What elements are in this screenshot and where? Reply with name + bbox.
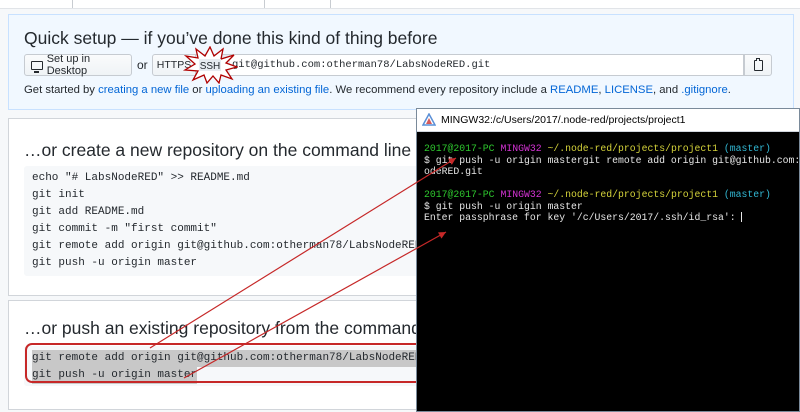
ssh-burst-label: SSH bbox=[200, 61, 221, 72]
terminal-cursor bbox=[741, 212, 743, 223]
or-word: or bbox=[189, 84, 206, 96]
terminal-title-bar[interactable]: MINGW32:/c/Users/2017/.node-red/projects… bbox=[417, 109, 799, 132]
get-started-prefix: Get started by bbox=[24, 84, 99, 96]
readme-link[interactable]: README bbox=[550, 84, 598, 96]
and-text: , and bbox=[653, 84, 682, 96]
terminal-command-line: $ git push -u origin mastergit remote ad… bbox=[424, 154, 800, 166]
top-nav-strip bbox=[0, 0, 800, 9]
terminal-prompt-line: 2017@2017-PC MINGW32 ~/.node-red/project… bbox=[424, 143, 771, 154]
terminal-window[interactable]: MINGW32:/c/Users/2017/.node-red/projects… bbox=[416, 108, 800, 412]
license-link[interactable]: LICENSE bbox=[605, 84, 653, 96]
setup-in-desktop-button[interactable]: Set up in Desktop bbox=[24, 53, 132, 77]
create-repo-heading: …or create a new repository on the comma… bbox=[24, 140, 412, 160]
terminal-command-line: $ git push -u origin master bbox=[424, 200, 583, 212]
create-new-file-link[interactable]: creating a new file bbox=[98, 84, 189, 96]
terminal-output[interactable]: 2017@2017-PC MINGW32 ~/.node-red/project… bbox=[424, 143, 800, 224]
period: . bbox=[727, 84, 731, 96]
get-started-text: Get started by creating a new file or up… bbox=[24, 84, 731, 96]
clipboard-icon bbox=[753, 57, 763, 71]
terminal-passphrase-line: Enter passphrase for key '/c/Users/2017/… bbox=[424, 212, 743, 223]
mingw-app-icon bbox=[422, 113, 436, 126]
starburst-highlight: SSH bbox=[182, 46, 238, 84]
gitignore-link[interactable]: .gitignore bbox=[681, 84, 727, 96]
terminal-command-wrap: odeRED.git bbox=[424, 166, 483, 177]
setup-in-desktop-label: Set up in Desktop bbox=[46, 53, 91, 77]
copy-to-clipboard-button[interactable] bbox=[744, 54, 772, 76]
clone-url-group: HTTPS SSH git@github.com:otherman78/Labs… bbox=[152, 54, 772, 76]
clone-url-input[interactable]: git@github.com:otherman78/LabsNodeRED.gi… bbox=[230, 54, 744, 76]
recommend-text: . We recommend every repository include … bbox=[329, 84, 551, 96]
terminal-prompt-line: 2017@2017-PC MINGW32 ~/.node-red/project… bbox=[424, 189, 771, 200]
upload-existing-file-link[interactable]: uploading an existing file bbox=[205, 84, 329, 96]
desktop-monitor-icon bbox=[31, 60, 43, 73]
or-label: or bbox=[137, 58, 148, 72]
terminal-title: MINGW32:/c/Users/2017/.node-red/projects… bbox=[441, 114, 686, 126]
annotation-red-box bbox=[25, 343, 425, 383]
push-repo-heading: …or push an existing repository from the… bbox=[24, 318, 453, 338]
